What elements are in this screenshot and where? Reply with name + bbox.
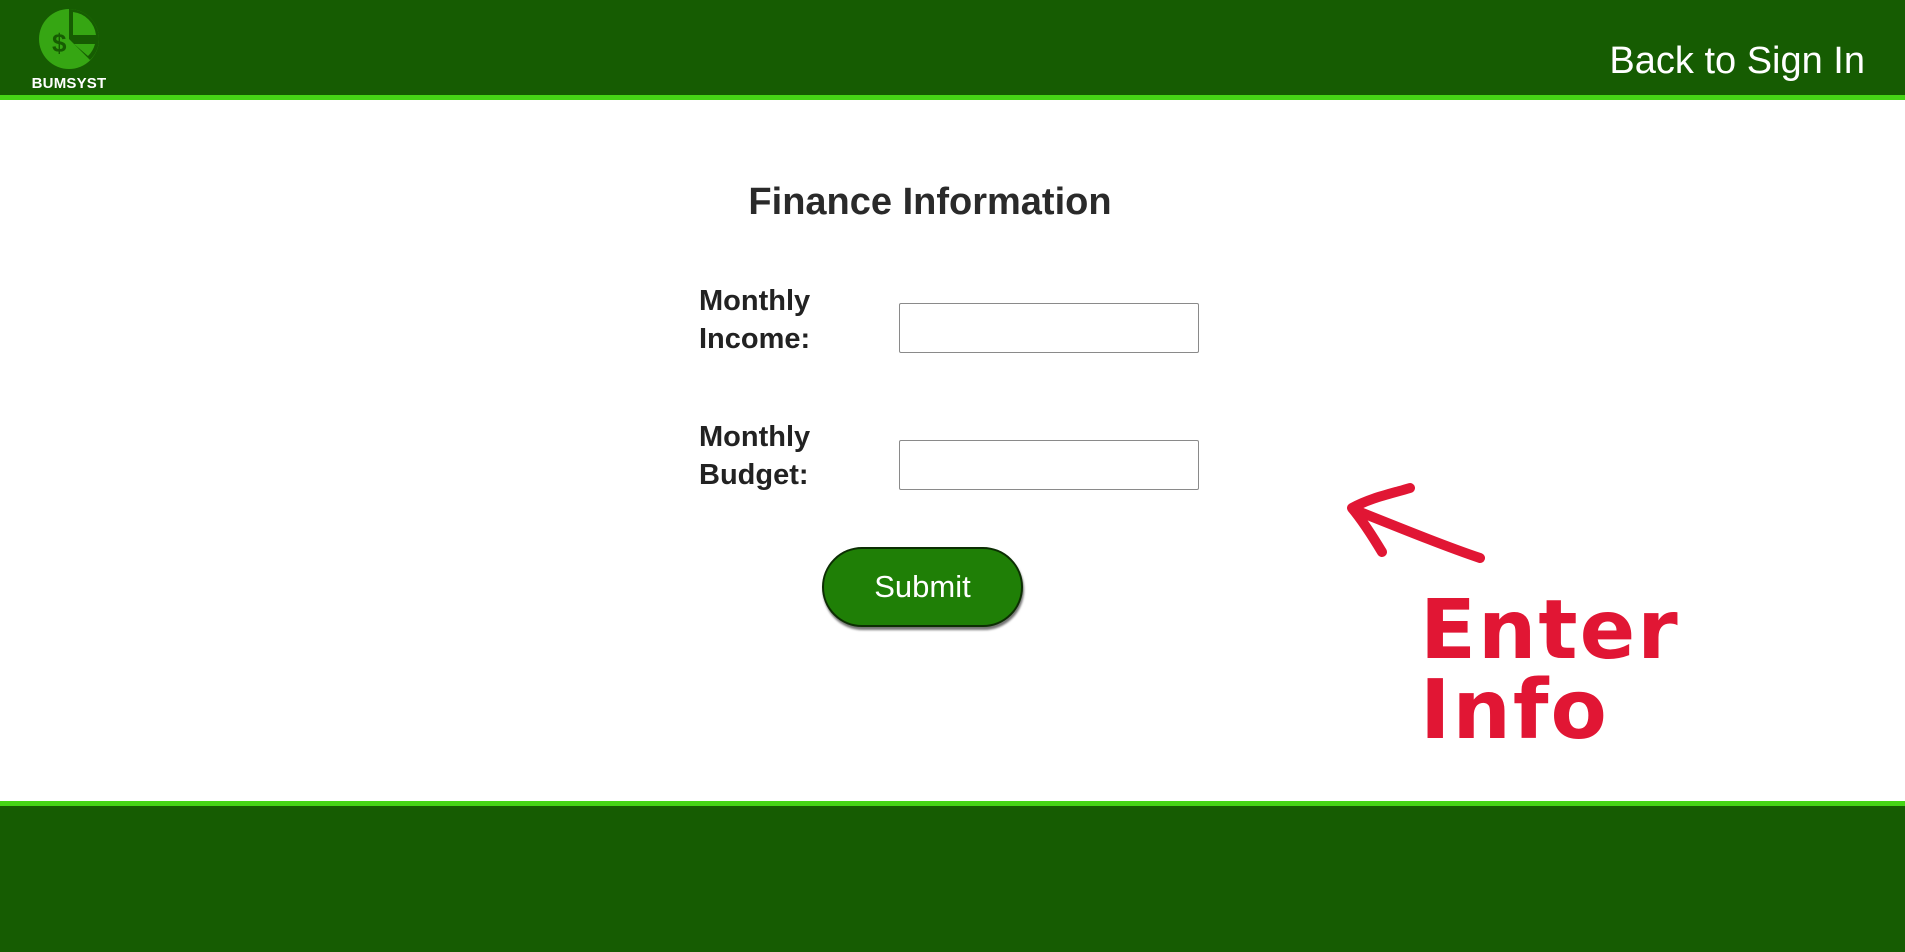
pie-chart-dollar-icon: $: [39, 9, 99, 69]
handwritten-annotation: Enter Info: [1340, 470, 1720, 758]
monthly-income-input[interactable]: [899, 303, 1199, 353]
annotation-text-info: Info: [1420, 663, 1609, 750]
monthly-budget-input[interactable]: [899, 440, 1199, 490]
monthly-income-label: Monthly Income:: [699, 285, 811, 355]
top-header: $ BUMSYST Back to Sign In: [0, 0, 1905, 100]
bumsyst-logo[interactable]: $ BUMSYST: [27, 8, 111, 94]
arrow-left-icon: [1347, 483, 1485, 563]
monthly-budget-label: Monthly Budget:: [699, 421, 811, 491]
logo-text: BUMSYST: [31, 75, 107, 92]
page-title: Finance Information: [748, 181, 1112, 223]
back-to-sign-in-link[interactable]: Back to Sign In: [1609, 40, 1865, 83]
submit-button[interactable]: Submit: [822, 547, 1023, 627]
page-footer: [0, 801, 1905, 952]
svg-text:$: $: [52, 28, 67, 58]
